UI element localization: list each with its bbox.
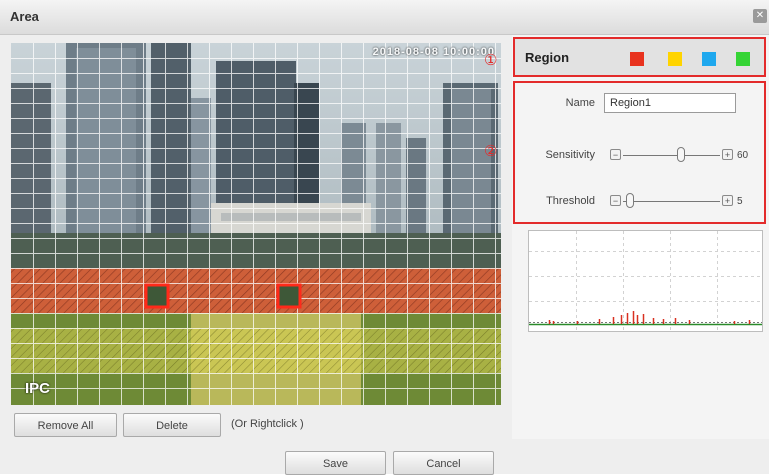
cancel-button[interactable]: Cancel — [393, 451, 494, 475]
sensitivity-value: 60 — [737, 150, 749, 161]
region-color-blue[interactable] — [702, 52, 716, 66]
threshold-slider-thumb[interactable] — [626, 193, 634, 208]
motion-level-graph — [528, 230, 763, 332]
sensitivity-slider-track[interactable] — [623, 155, 720, 156]
threshold-decrease-button[interactable]: − — [610, 195, 621, 206]
threshold-increase-button[interactable]: + — [722, 195, 733, 206]
sensitivity-slider-thumb[interactable] — [677, 147, 685, 162]
callout-marker-2: ② — [484, 143, 498, 160]
sensitivity-increase-button[interactable]: + — [722, 149, 733, 160]
threshold-value: 5 — [737, 196, 743, 207]
threshold-label: Threshold — [546, 195, 595, 207]
scene-image — [11, 43, 501, 405]
name-label: Name — [565, 97, 595, 109]
sensitivity-decrease-button[interactable]: − — [610, 149, 621, 160]
threshold-slider-track[interactable] — [623, 201, 720, 202]
region-color-red[interactable] — [630, 52, 644, 66]
region-label: Region — [525, 50, 570, 65]
callout-marker-1: ① — [484, 52, 498, 69]
osd-channel-name: IPC — [25, 380, 51, 397]
osd-timestamp: 2018-08-08 10:00:00 — [372, 46, 495, 58]
sensitivity-label: Sensitivity — [545, 149, 595, 161]
motion-level-plot — [529, 231, 762, 331]
close-icon[interactable]: ✕ — [753, 9, 767, 23]
video-preview[interactable]: 2018-08-08 10:00:00 IPC — [11, 43, 501, 405]
region-color-yellow[interactable] — [668, 52, 682, 66]
region-params: Name Sensitivity − + 60 Threshold − + 5 — [513, 81, 766, 224]
delete-button[interactable]: Delete — [123, 413, 221, 437]
region-name-input[interactable] — [604, 93, 736, 113]
rightclick-hint: (Or Rightclick ) — [231, 418, 304, 430]
title-bar: Area ✕ — [0, 0, 769, 35]
window-title: Area — [10, 9, 39, 24]
save-button[interactable]: Save — [285, 451, 386, 475]
remove-all-button[interactable]: Remove All — [14, 413, 117, 437]
region-color-green[interactable] — [736, 52, 750, 66]
region-header: Region — [513, 37, 766, 77]
